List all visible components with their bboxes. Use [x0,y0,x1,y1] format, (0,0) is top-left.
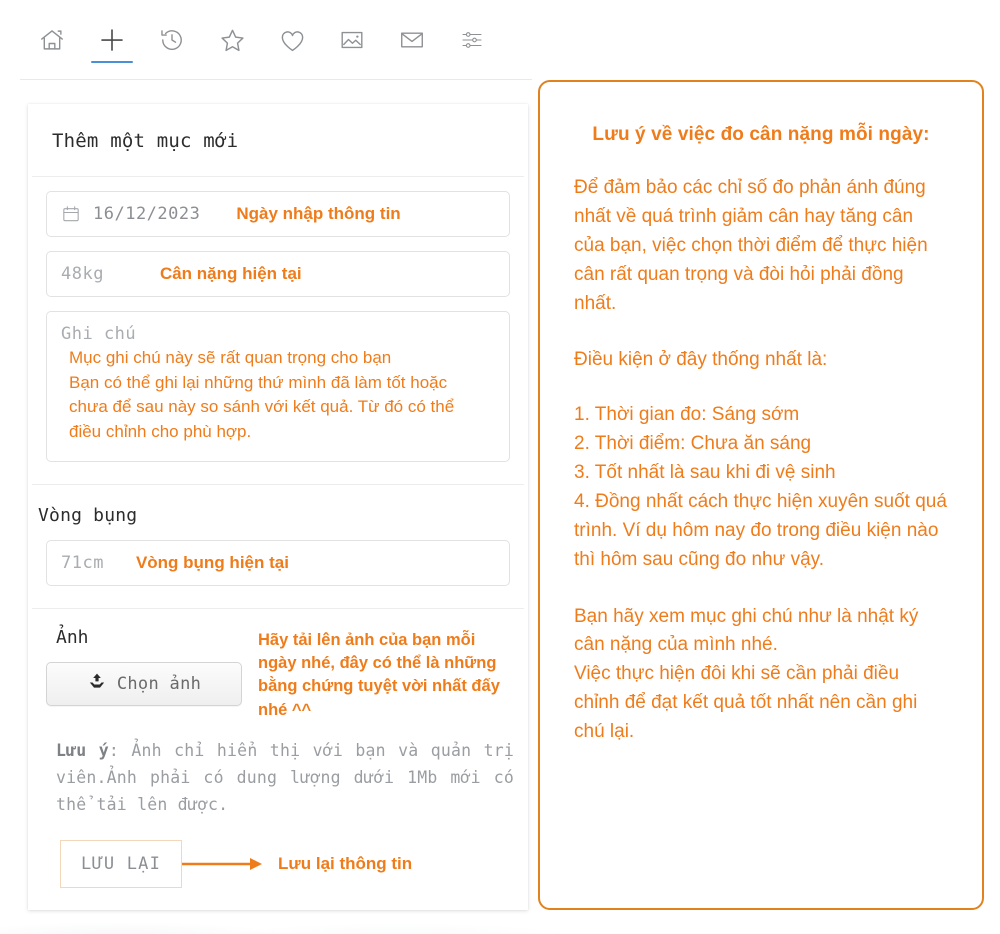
info-list-item: 1. Thời gian đo: Sáng sớm [574,404,800,426]
new-entry-card: Thêm một mục mới 16/12/2023 Ngày nhập th… [28,104,528,911]
date-field[interactable]: 16/12/2023 Ngày nhập thông tin [46,191,510,237]
tab-add[interactable] [82,9,142,71]
star-icon [218,26,247,55]
photo-hint: Hãy tải lên ảnh của bạn mỗi ngày nhé, đâ… [258,630,500,719]
info-paragraph-1: Để đảm bảo các chỉ số đo phản ánh đúng n… [574,177,928,314]
left-column: Thêm một mục mới 16/12/2023 Ngày nhập th… [0,0,560,934]
info-list-item: 2. Thời điểm: Chưa ăn sáng [574,433,812,455]
sliders-icon [460,28,484,52]
home-icon [38,26,66,54]
notes-hint-line: điều chỉnh cho phù hợp. [69,421,252,441]
choose-photo-button[interactable]: Chọn ảnh [46,661,242,706]
history-icon [158,26,186,54]
photo-label: Ảnh [56,626,89,648]
notes-hint-line: chưa để sau này so sánh với kết quả. Từ … [69,397,455,417]
tab-favorite[interactable] [202,9,262,71]
info-paragraph-3: Bạn hãy xem mục ghi chú như là nhật ký c… [574,605,919,656]
upload-icon [87,671,107,696]
photo-left: Ảnh Chọn ảnh [46,627,258,723]
notes-placeholder: Ghi chú [61,324,137,344]
photo-note-body: : Ảnh chỉ hiển thị với bạn và quản trị v… [56,741,515,814]
tab-home[interactable] [22,9,82,71]
photo-note: Lưu ý: Ảnh chỉ hiển thị với bạn và quản … [28,722,528,818]
info-list-item: 3. Tốt nhất là sau khi đi vệ sinh [574,462,836,483]
info-list-item: 4. Đồng nhất cách thực hiện xuyên suốt q… [574,490,947,570]
waist-field[interactable]: 71cm Vòng bụng hiện tại [46,539,510,586]
info-panel-title: Lưu ý về việc đo cân nặng mỗi ngày: [592,124,930,145]
photo-note-prefix: Lưu ý [56,741,109,761]
info-panel: Lưu ý về việc đo cân nặng mỗi ngày: Để đ… [538,80,984,910]
waist-hint: Vòng bụng hiện tại [135,552,289,572]
info-list: 1. Thời gian đo: Sáng sớm 2. Thời điểm: … [574,401,948,574]
tab-bar [0,0,560,80]
photo-section: Ảnh Chọn ảnh Hãy tải lên ảnh của bạn mỗi… [28,627,528,723]
tab-photos[interactable] [322,9,382,71]
notes-field[interactable]: Ghi chú Mục ghi chú này sẽ rất quan trọn… [46,311,510,462]
notes-hint-line: Bạn có thể ghi lại những thứ mình đã làm… [69,372,448,392]
notes-hint-line: Mục ghi chú này sẽ rất quan trọng cho bạ… [69,348,392,367]
choose-photo-label: Chọn ảnh [116,673,202,694]
calendar-icon [61,204,81,224]
waist-container: 71cm Vòng bụng hiện tại [28,539,528,586]
weight-field[interactable]: 48kg Cân nặng hiện tại [46,251,510,297]
waist-placeholder: 71cm [61,552,104,573]
fields-container: 16/12/2023 Ngày nhập thông tin 48kg Cân … [28,191,528,462]
photo-section-divider [32,607,524,609]
waist-section-label: Vòng bụng [38,504,138,526]
arrow-right-icon [182,855,270,873]
plus-icon [97,25,127,55]
tab-messages[interactable] [382,9,442,71]
save-row: LƯU LẠI Lưu lại thông tin [28,818,528,889]
tab-history[interactable] [142,9,202,71]
date-hint: Ngày nhập thông tin [236,204,401,223]
tab-active-indicator [91,60,133,63]
save-hint: Lưu lại thông tin [278,854,413,874]
tab-likes[interactable] [262,9,322,71]
heart-icon [278,26,307,55]
tab-settings[interactable] [442,9,502,71]
title-divider [32,176,524,177]
save-button[interactable]: LƯU LẠI [60,840,183,889]
page-title: Thêm một mục mới [52,130,239,152]
info-paragraph-4: Việc thực hiện đôi khi sẽ cần phải điều … [574,663,918,742]
weight-placeholder: 48kg [61,264,104,284]
image-icon [338,26,366,54]
mail-icon [398,26,426,54]
date-value: 16/12/2023 [93,204,201,224]
info-paragraph-2: Điều kiện ở đây thống nhất là: [574,349,828,371]
weight-hint: Cân nặng hiện tại [159,264,302,283]
